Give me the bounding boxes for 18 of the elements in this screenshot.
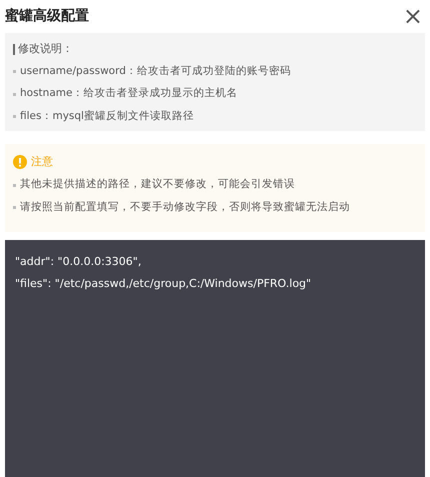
bullet-icon xyxy=(13,92,16,96)
dialog-title: 蜜罐高级配置 xyxy=(5,6,89,26)
code-line: "addr": "0.0.0.0:3306", xyxy=(15,254,142,270)
notice-title: 注意 xyxy=(31,154,53,170)
bullet-icon xyxy=(13,206,16,210)
code-line: "files": "/etc/passwd,/etc/group,C:/Windows/PFRO.log" xyxy=(15,276,312,292)
section-heading: 修改说明： xyxy=(18,41,73,57)
close-button[interactable]: × xyxy=(402,4,425,28)
note-text: hostname：给攻击者登录成功显示的主机名 xyxy=(20,86,238,102)
warning-icon xyxy=(13,155,27,169)
note-text: files：mysql蜜罐反制文件读取路径 xyxy=(20,109,194,124)
bullet-icon xyxy=(13,115,16,118)
note-text: 其他未提供描述的路径，建议不要修改，可能会引发错误 xyxy=(20,177,295,192)
note-text: 请按照当前配置填写，不要手动修改字段，否则将导致蜜罐无法启动 xyxy=(20,200,350,215)
bullet-icon xyxy=(13,184,16,187)
code-editor[interactable]: "addr": "0.0.0.0:3306", "files": "/etc/passwd,/etc/group,C:/Windows/PFRO.log" xyxy=(5,240,425,477)
note-text: username/password：给攻击者可成功登陆的账号密码 xyxy=(20,64,291,78)
bullet-icon xyxy=(13,70,16,73)
